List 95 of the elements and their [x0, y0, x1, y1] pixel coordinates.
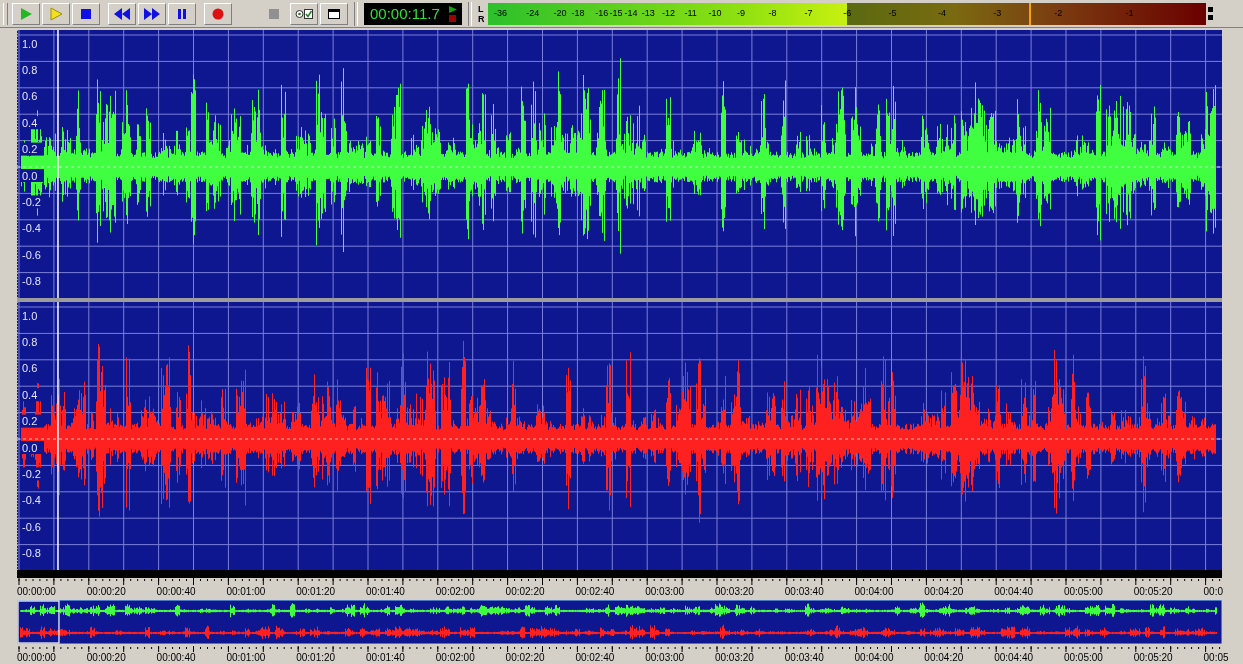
waveform-track[interactable]: 1.0 0.8 0.6 0.4 0.2 0.0 -0.2 -0.4 -0.6 -0.8 [17, 302, 1222, 570]
meter-scale-label: -15 [609, 7, 623, 18]
amplitude-label: 0.4 [20, 116, 44, 130]
meter-scale-label: -20 [553, 7, 567, 18]
play-stop-indicator-icon [448, 4, 458, 23]
meter-scale-label: -5 [888, 7, 897, 18]
amplitude-label: -0.6 [20, 520, 44, 534]
meter-scale-label: -10 [708, 7, 722, 18]
amplitude-label: 0.8 [20, 335, 44, 349]
stop-icon [269, 8, 279, 19]
meter-scale-label: -14 [624, 7, 638, 18]
play-icon [21, 7, 32, 20]
time-label: 00:02:20 [505, 652, 546, 663]
record-button[interactable] [204, 2, 232, 25]
meter-scale-label: -9 [736, 7, 745, 18]
meter-scale-label: -16 [595, 7, 609, 18]
time-label: 00:04:00 [854, 586, 895, 597]
channel-label: R [478, 13, 485, 24]
meter-scale-label: -6 [843, 7, 852, 18]
time-label: 00:01:20 [296, 586, 337, 597]
time-label: 00:05:00 [1063, 586, 1104, 597]
time-label: 00:00:20 [86, 652, 127, 663]
time-label: 00:04:20 [924, 586, 965, 597]
time-label: 00:00:00 [17, 586, 57, 597]
meter-scale-label: -7 [804, 7, 813, 18]
stop-icon [81, 8, 91, 19]
play-button[interactable] [12, 2, 40, 25]
pause-icon [178, 8, 186, 19]
play-selection-button[interactable] [42, 2, 70, 25]
amplitude-label: 0.4 [20, 388, 44, 402]
time-label: 00:01:00 [226, 586, 267, 597]
time-label: 00:04:00 [854, 652, 895, 663]
meter-scale-label: -4 [938, 7, 946, 18]
time-label: 00:03:40 [784, 652, 825, 663]
time-label: 00:02:00 [435, 652, 476, 663]
time-label: 00:05:20 [1133, 586, 1174, 597]
record-icon [212, 8, 224, 19]
time-label: 00:05:00 [1063, 652, 1104, 663]
time-label: 00:03:00 [645, 652, 686, 663]
meter-scale-label: -1 [1125, 7, 1134, 18]
time-label: 00:00:40 [156, 652, 197, 663]
meter-scale-label: -8 [768, 7, 777, 18]
channel-label: L [478, 3, 485, 14]
meter-scale-label: -18 [571, 7, 585, 18]
meter-scale-label: -36 [493, 7, 507, 18]
meter-scale-label: -3 [993, 7, 1002, 18]
time-label: 00:00:00 [17, 652, 57, 663]
fast-forward-icon [144, 7, 160, 20]
pause-button[interactable] [168, 2, 196, 25]
rewind-button[interactable] [108, 2, 136, 25]
amplitude-label: 0.0 [20, 169, 44, 182]
rewind-icon [114, 7, 130, 20]
amplitude-label: 0.0 [20, 441, 44, 454]
loop-button[interactable] [290, 2, 318, 25]
window-button[interactable] [320, 2, 348, 25]
time-readout: 00:00:11.7 [370, 5, 440, 22]
time-label: 00:03:20 [714, 652, 755, 663]
time-label: 00:04:20 [924, 652, 965, 663]
time-label: 00:03:20 [714, 586, 755, 597]
window-icon [328, 8, 340, 19]
meter-scale-label: -13 [641, 7, 655, 18]
meter-scale-label: -2 [1054, 7, 1063, 18]
meter-scale-label: -24 [526, 7, 540, 18]
radio-checkbox-icon [295, 8, 313, 19]
time-label: 00:03:40 [784, 586, 825, 597]
overview-waveform[interactable] [17, 600, 1222, 644]
stop-button[interactable] [72, 2, 100, 25]
time-label: 00:0 [1203, 586, 1223, 597]
time-label: 00:04:40 [994, 652, 1035, 663]
time-label: 00:05:20 [1133, 652, 1174, 663]
amplitude-label: 1.0 [20, 37, 44, 50]
time-label: 00:00:20 [86, 586, 127, 597]
meter-scale-label: -11 [684, 7, 697, 18]
amplitude-label: -0.2 [20, 467, 44, 481]
time-label: 00:01:40 [366, 652, 406, 663]
time-label: 00:05 [1203, 652, 1229, 663]
time-label: 00:01:40 [366, 586, 406, 597]
amplitude-label: 0.8 [20, 63, 44, 77]
time-label: 00:02:40 [575, 652, 616, 663]
amplitude-label: -0.2 [20, 195, 44, 209]
time-label: 00:00:40 [156, 586, 197, 597]
time-label: 00:02:20 [505, 586, 546, 597]
time-label: 00:04:40 [994, 586, 1035, 597]
amplitude-label: -0.6 [20, 248, 44, 262]
time-label: 00:01:20 [296, 652, 337, 663]
play-icon [50, 7, 63, 20]
time-label: 00:02:00 [435, 586, 476, 597]
amplitude-label: 1.0 [20, 309, 44, 322]
meter-scale-label: -12 [661, 7, 675, 18]
time-label: 00:01:00 [226, 652, 267, 663]
view-region[interactable] [17, 600, 60, 644]
time-label: 00:03:00 [645, 586, 686, 597]
waveform-track[interactable]: 1.0 0.8 0.6 0.4 0.2 0.0 -0.2 -0.4 -0.6 -0.8 [17, 30, 1222, 298]
time-label: 00:02:40 [575, 586, 616, 597]
forward-button[interactable] [138, 2, 166, 25]
